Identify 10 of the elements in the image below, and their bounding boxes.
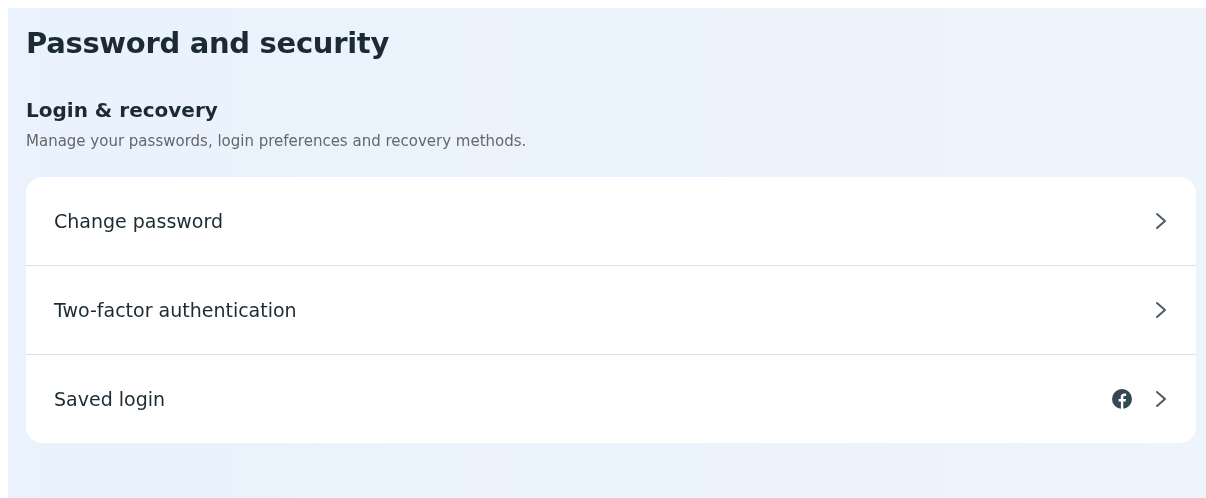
settings-row[interactable]: Change password xyxy=(26,177,1196,266)
facebook-icon xyxy=(1112,389,1132,409)
section-description: Manage your passwords, login preferences and recovery methods. xyxy=(26,132,528,150)
page-title: Password and security xyxy=(26,26,390,60)
settings-row[interactable]: Saved login xyxy=(26,355,1196,443)
chevron-right-icon xyxy=(1154,212,1168,230)
section-heading: Login & recovery xyxy=(26,98,219,122)
settings-row[interactable]: Two-factor authentication xyxy=(26,266,1196,355)
chevron-right-icon xyxy=(1154,390,1168,408)
chevron-right-icon xyxy=(1154,301,1168,319)
